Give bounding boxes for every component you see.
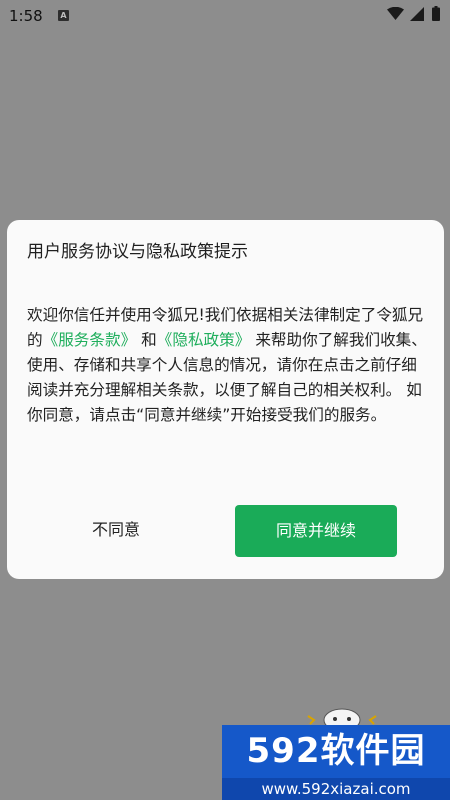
agree-and-continue-button[interactable]: 同意并继续 (235, 505, 397, 557)
terms-of-service-link[interactable]: 《服务条款》 (43, 331, 137, 349)
dialog-title: 用户服务协议与隐私政策提示 (27, 242, 248, 262)
body-text-and: 和 (141, 331, 157, 349)
clock: 1:58 (9, 7, 43, 25)
watermark-brand: 592软件园 (222, 725, 450, 778)
battery-icon (432, 6, 440, 21)
notification-a-icon: A (58, 10, 69, 21)
dialog-body: 欢迎你信任并使用令狐兄!我们依据相关法律制定了令狐兄的《服务条款》 和《隐私政策… (27, 303, 427, 428)
watermark-url: www.592xiazai.com (222, 778, 450, 800)
watermark: 592软件园 www.592xiazai.com (222, 725, 450, 800)
wifi-icon (387, 7, 404, 20)
privacy-consent-dialog: 用户服务协议与隐私政策提示 欢迎你信任并使用令狐兄!我们依据相关法律制定了令狐兄… (7, 220, 444, 579)
status-bar: 1:58 A (0, 0, 450, 32)
privacy-policy-link[interactable]: 《隐私政策》 (157, 331, 251, 349)
decline-button[interactable]: 不同意 (71, 505, 161, 555)
signal-icon (410, 7, 424, 21)
